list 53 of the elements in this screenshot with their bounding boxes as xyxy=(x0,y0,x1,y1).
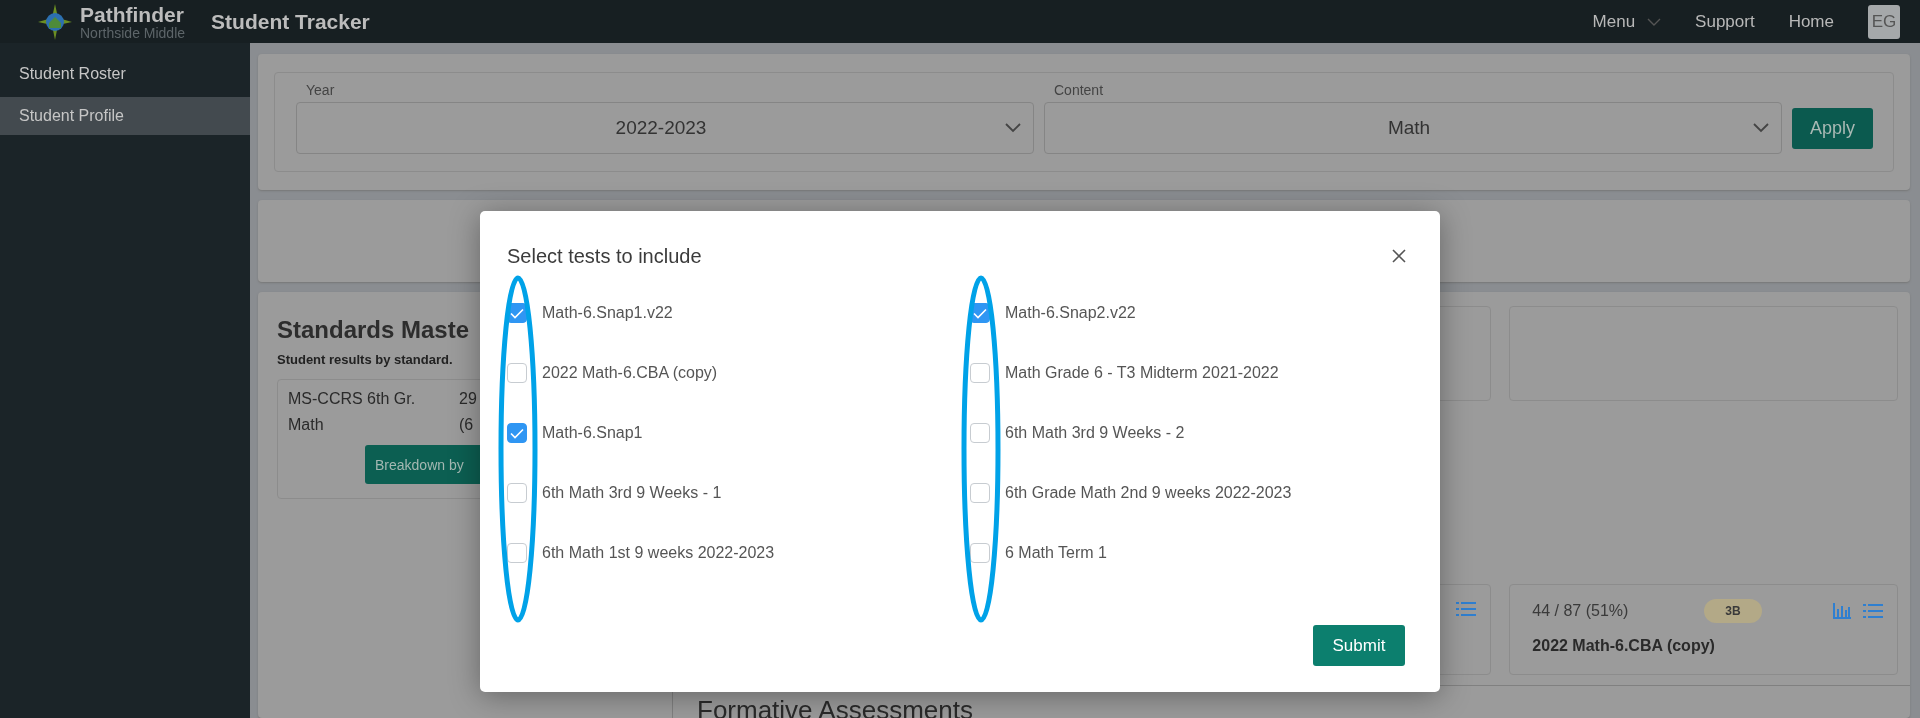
school-name: Northside Middle xyxy=(80,25,186,40)
test-label: 6th Grade Math 2nd 9 weeks 2022-2023 xyxy=(1005,484,1292,502)
score-text: 44 / 87 (51%) xyxy=(1532,602,1630,620)
assessment-title: 2022 Math-6.CBA (copy) xyxy=(1532,637,1716,655)
chevron-down-icon xyxy=(1647,17,1662,26)
panel-subtitle: Student results by standard. xyxy=(277,352,454,367)
app-title: Student Tracker xyxy=(211,9,370,34)
modal-title: Select tests to include xyxy=(507,244,702,268)
checkmark-icon xyxy=(973,307,987,319)
test-label: Math-6.Snap1.v22 xyxy=(542,304,673,322)
field-label: Year xyxy=(306,82,335,98)
checkmark-icon xyxy=(510,307,524,319)
test-label: 2022 Math-6.CBA (copy) xyxy=(542,364,718,382)
checkbox[interactable] xyxy=(970,543,990,563)
test-label: 6th Math 3rd 9 Weeks - 2 xyxy=(1005,424,1185,442)
checkbox[interactable] xyxy=(507,483,527,503)
test-label: 6th Math 3rd 9 Weeks - 1 xyxy=(542,484,722,502)
checkbox[interactable] xyxy=(507,543,527,563)
checkmark-icon xyxy=(510,427,524,439)
list-icon[interactable] xyxy=(1456,601,1477,617)
user-avatar[interactable]: EG xyxy=(1868,4,1900,39)
field-label: Content xyxy=(1054,82,1104,98)
chevron-down-icon xyxy=(1753,123,1769,133)
panel-title: Standards Maste xyxy=(277,316,471,344)
select-field[interactable]: Math xyxy=(1044,102,1782,154)
close-icon[interactable] xyxy=(1392,249,1406,263)
sidebar-item[interactable]: Student Roster xyxy=(0,55,250,93)
select-field[interactable]: 2022-2023 xyxy=(296,102,1034,154)
nav-link[interactable]: Home xyxy=(1788,11,1834,32)
chevron-down-icon xyxy=(1005,123,1021,133)
test-label: 6th Math 1st 9 weeks 2022-2023 xyxy=(542,544,775,562)
apply-button[interactable]: Apply xyxy=(1792,108,1873,149)
standard-name: MS-CCRS 6th Gr. xyxy=(288,390,416,408)
test-label: Math-6.Snap1 xyxy=(542,424,643,442)
sidebar-item[interactable]: Student Profile xyxy=(0,97,250,135)
submit-button[interactable]: Submit xyxy=(1313,625,1405,666)
checkbox[interactable] xyxy=(970,423,990,443)
test-label: 6 Math Term 1 xyxy=(1005,544,1107,562)
checkbox[interactable] xyxy=(507,363,527,383)
level-badge: 3B xyxy=(1704,599,1762,623)
test-label: Math-6.Snap2.v22 xyxy=(1005,304,1136,322)
menu-dropdown[interactable]: Menu xyxy=(1592,11,1662,32)
list-icon[interactable] xyxy=(1863,603,1883,619)
brand-name: Pathfinder xyxy=(80,3,185,25)
checkbox[interactable] xyxy=(970,483,990,503)
checkbox[interactable] xyxy=(507,423,527,443)
standard-score: (6 xyxy=(459,416,474,434)
nav-link[interactable]: Support xyxy=(1695,11,1755,32)
checkbox[interactable] xyxy=(970,363,990,383)
standard-score: 29 xyxy=(459,390,477,408)
test-label: Math Grade 6 - T3 Midterm 2021-2022 xyxy=(1005,364,1279,382)
bar-chart-icon[interactable] xyxy=(1833,603,1851,619)
standard-name: Math xyxy=(288,416,324,434)
